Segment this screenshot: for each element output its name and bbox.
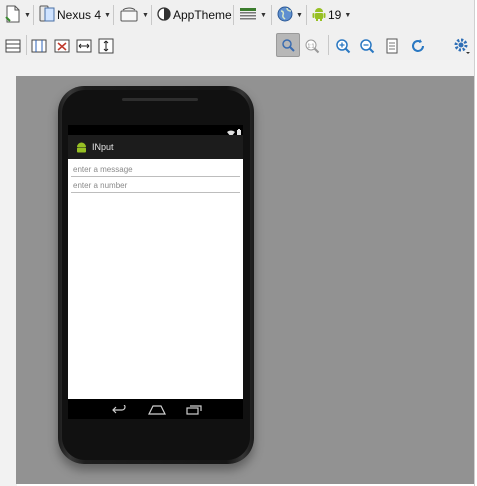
orientation-icon [119,5,139,26]
device-icon [39,5,55,26]
navigation-bar [68,399,243,419]
back-icon[interactable] [112,403,126,418]
chevron-down-icon: ▼ [296,11,303,19]
zoom-out-icon[interactable] [359,35,375,57]
device-dropdown[interactable]: Nexus 4 ▼ [39,4,111,26]
horizontal-resize-icon[interactable] [76,35,92,57]
chevron-down-icon: ▼ [104,11,111,19]
zoom-fit-icon[interactable] [276,33,300,57]
number-field[interactable] [71,177,242,193]
configuration-toolbar: ▼ Nexus 4 ▼ ▼ AppTheme ▼ ▼ 19 ▼ [0,0,477,32]
message-field[interactable] [71,161,242,177]
list-icon[interactable] [5,35,21,57]
activity-icon [239,6,257,25]
chevron-down-icon: ▼ [24,11,31,19]
activity-dropdown[interactable]: ▼ [239,4,267,26]
android-icon [75,141,88,153]
number-input[interactable] [71,179,242,190]
settings-icon[interactable] [453,35,471,57]
theme-dropdown[interactable]: AppTheme [157,4,232,26]
chevron-down-icon: ▼ [260,11,267,19]
home-icon[interactable] [148,404,166,418]
orientation-dropdown[interactable]: ▼ [119,4,149,26]
chevron-down-icon: ▼ [142,11,149,19]
locale-icon [277,6,293,25]
device-screen[interactable]: INput [68,125,243,419]
canvas-margin-top [0,60,477,76]
api-level-label: 19 [328,8,342,22]
status-bar [68,125,243,137]
android-icon [312,6,326,25]
recent-apps-icon[interactable] [186,404,202,418]
theme-label: AppTheme [173,8,232,22]
device-label: Nexus 4 [57,8,102,22]
new-config-icon [5,5,21,26]
chevron-down-icon: ▼ [344,11,352,19]
zoom-actual-icon[interactable]: 1:1 [304,35,320,57]
message-input[interactable] [71,163,242,174]
document-icon[interactable] [385,35,399,57]
layout-toolbar: 1:1 [0,31,477,61]
refresh-icon[interactable] [410,35,426,57]
columns-icon[interactable] [31,35,47,57]
locale-dropdown[interactable]: ▼ [277,4,303,26]
api-level-dropdown[interactable]: 19 ▼ [312,4,351,26]
action-bar: INput [68,135,243,159]
new-configuration-button[interactable]: ▼ [5,4,31,26]
vertical-resize-icon[interactable] [98,35,114,57]
svg-text:1:1: 1:1 [308,44,315,50]
remove-icon[interactable] [54,35,70,57]
earpiece [122,98,198,101]
theme-icon [157,6,171,24]
app-title: INput [92,142,114,152]
zoom-in-icon[interactable] [335,35,351,57]
canvas-margin-left [0,60,17,486]
